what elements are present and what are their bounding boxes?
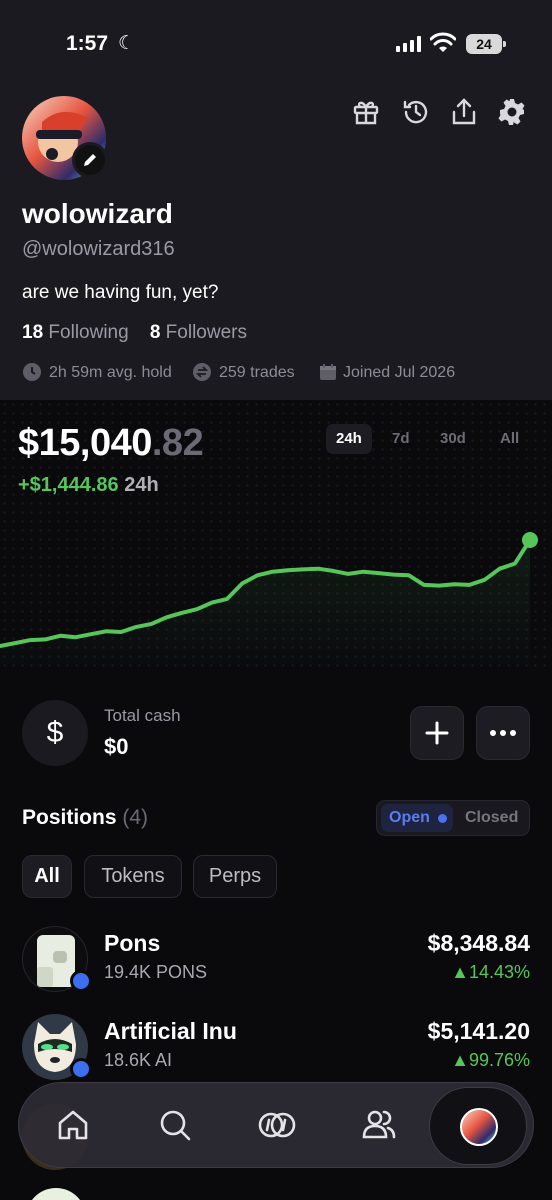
profile-bio: are we having fun, yet? <box>22 282 219 303</box>
position-name: Pons <box>104 930 161 956</box>
position-change: ▲99.76% <box>451 1050 530 1070</box>
range-30d[interactable]: 30d <box>430 424 476 454</box>
positions-label: Positions <box>22 806 117 829</box>
avg-hold: 2h 59m avg. hold <box>49 364 172 381</box>
profile-actions <box>350 96 530 132</box>
position-value: $8,348.84 <box>427 930 530 956</box>
profile-tab[interactable] <box>429 1087 527 1165</box>
position-row[interactable]: Pons 19.4K PONS $8,348.84 ▲14.43% <box>0 926 552 996</box>
following-label[interactable]: Following <box>48 322 128 343</box>
bottom-nav <box>18 1082 534 1168</box>
open-toggle[interactable]: Open <box>381 804 453 832</box>
filter-all[interactable]: All <box>22 855 72 898</box>
positions-count: (4) <box>122 806 149 829</box>
wifi-icon <box>430 32 456 52</box>
profile-avatar <box>460 1108 498 1146</box>
add-cash-button[interactable] <box>410 706 464 760</box>
gear-icon[interactable] <box>496 96 528 128</box>
people-icon[interactable] <box>357 1103 401 1147</box>
position-change: ▲14.43% <box>451 962 530 982</box>
filter-perps[interactable]: Perps <box>193 855 277 898</box>
clock-icon <box>23 363 41 381</box>
change-amount: +$1,444.86 <box>18 474 119 496</box>
more-button[interactable] <box>476 706 530 760</box>
followers-label[interactable]: Followers <box>166 322 247 343</box>
value-main: $15,040 <box>18 422 152 464</box>
obscured-token-icon <box>26 1188 86 1200</box>
followers-count[interactable]: 8 <box>150 322 161 343</box>
more-icon <box>490 730 516 736</box>
position-row[interactable]: Artificial Inu 18.6K AI $5,141.20 ▲99.76… <box>0 1014 552 1084</box>
chart-endpoint <box>522 532 538 548</box>
change-period: 24h <box>124 474 159 496</box>
range-selector: 24h 7d 30d All <box>326 424 536 454</box>
positions-title: Positions (4) <box>22 806 148 830</box>
portfolio-change: +$1,444.86 24h <box>18 474 159 497</box>
follow-stats: 18 Following 8 Followers <box>22 322 247 344</box>
position-amount: 19.4K PONS <box>104 962 208 982</box>
range-24h[interactable]: 24h <box>326 424 372 454</box>
moon-icon: ☾ <box>118 33 136 54</box>
position-value: $5,141.20 <box>427 1018 530 1044</box>
open-label: Open <box>389 809 430 826</box>
pencil-icon <box>84 154 96 166</box>
open-dot <box>438 814 447 823</box>
position-amount: 18.6K AI <box>104 1050 173 1070</box>
trade-icon[interactable] <box>255 1103 299 1147</box>
positions-toggle: Open Closed <box>376 800 530 836</box>
username-handle: @wolowizard316 <box>22 238 175 260</box>
value-cents: .82 <box>151 422 204 464</box>
verified-badge-icon <box>70 970 92 992</box>
status-time: 1:57 <box>66 32 109 55</box>
battery-indicator: 24 <box>466 34 506 54</box>
edit-avatar-button[interactable] <box>72 142 108 178</box>
cash-label: Total cash <box>104 706 181 725</box>
portfolio-value: $15,040.82 <box>18 422 204 465</box>
swap-icon <box>193 363 211 381</box>
share-icon[interactable] <box>448 96 480 128</box>
search-icon[interactable] <box>153 1103 197 1147</box>
trade-count: 259 trades <box>219 364 295 381</box>
home-icon[interactable] <box>51 1103 95 1147</box>
chart-area <box>0 540 530 670</box>
following-count[interactable]: 18 <box>22 322 43 343</box>
signal-icon <box>396 36 422 52</box>
range-all[interactable]: All <box>490 424 529 454</box>
closed-toggle[interactable]: Closed <box>465 804 518 832</box>
gift-icon[interactable] <box>350 96 382 128</box>
join-date: Joined Jul 2026 <box>343 364 456 381</box>
calendar-icon <box>320 364 336 380</box>
plus-icon <box>425 721 449 745</box>
filter-tokens[interactable]: Tokens <box>84 855 182 898</box>
dollar-icon: $ <box>22 700 88 766</box>
position-name: Artificial Inu <box>104 1018 237 1044</box>
cash-value: $0 <box>104 734 129 759</box>
status-bar: 1:57 ☾ 24 <box>0 28 552 62</box>
portfolio-chart[interactable] <box>0 520 552 670</box>
display-name: wolowizard <box>22 198 173 229</box>
range-7d[interactable]: 7d <box>382 424 420 454</box>
history-icon[interactable] <box>400 96 432 128</box>
verified-badge-icon <box>70 1058 92 1080</box>
